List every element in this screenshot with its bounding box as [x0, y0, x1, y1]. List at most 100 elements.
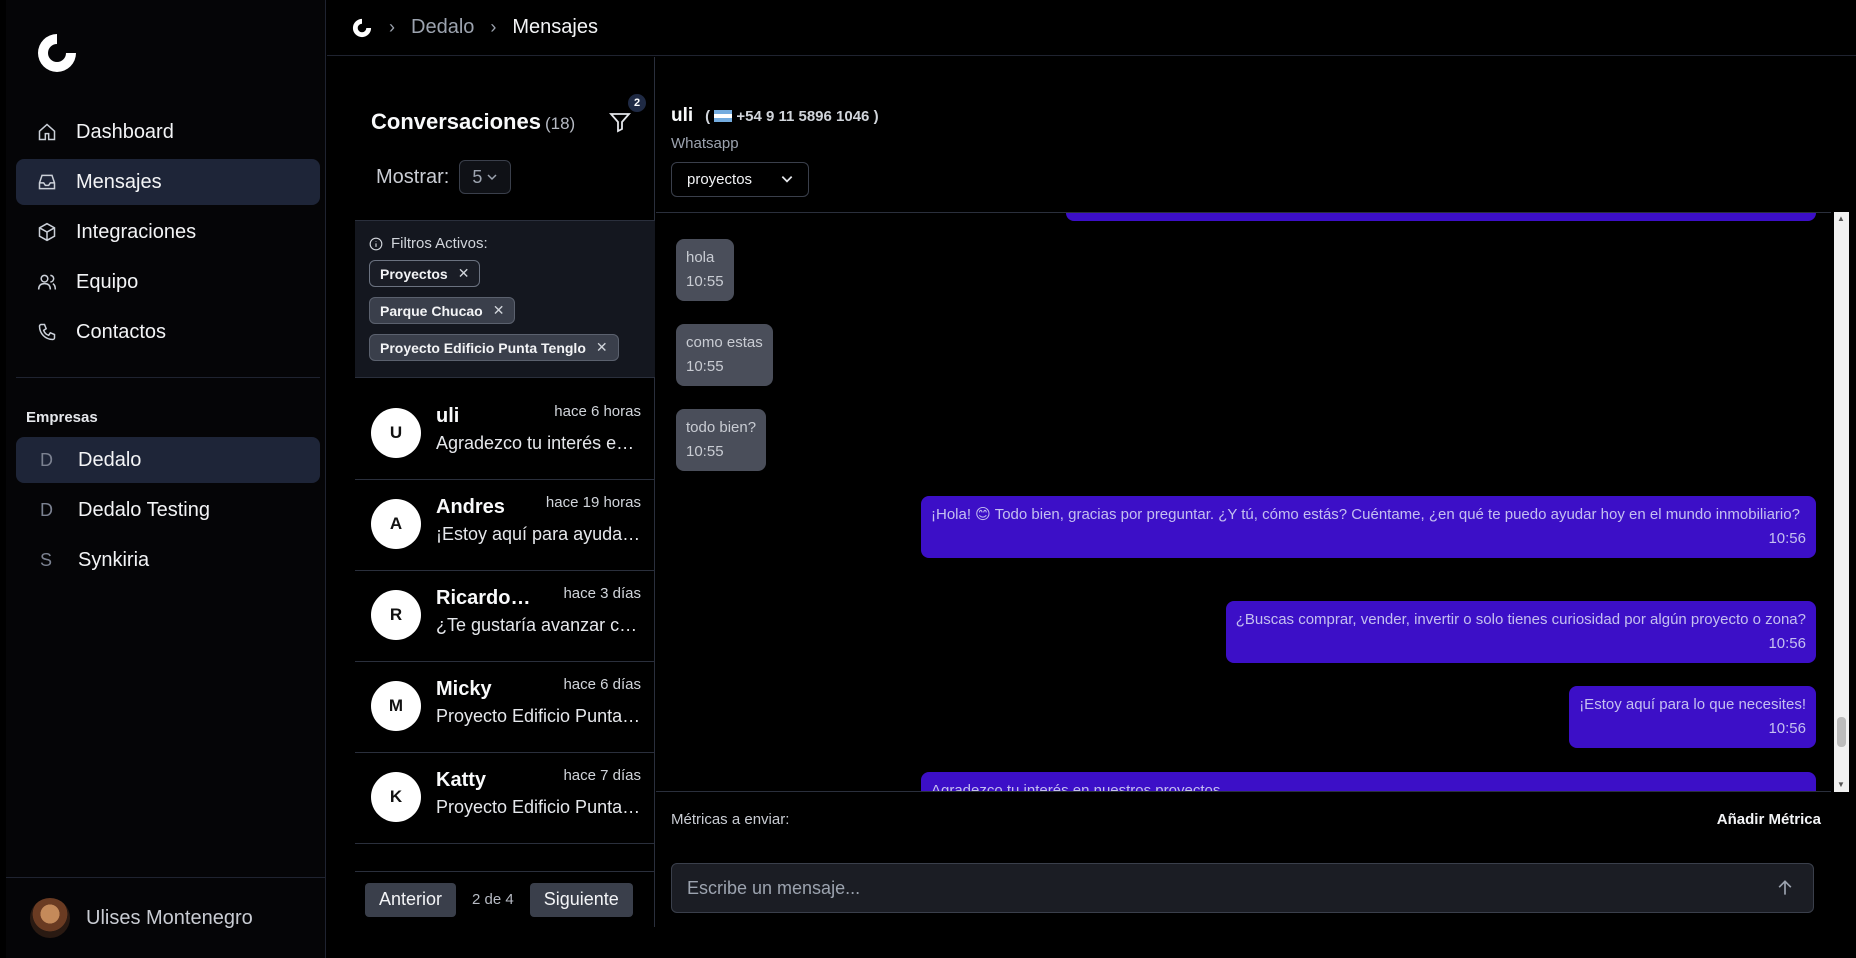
pagination: Anterior 2 de 4 Siguiente [355, 871, 655, 927]
message-time: 10:55 [686, 273, 724, 290]
message-time: 10:56 [1768, 635, 1806, 652]
conversation-preview: ¿Te gustaría avanzar con la cotización? [436, 615, 641, 635]
next-page-button[interactable]: Siguiente [529, 882, 633, 917]
user-profile[interactable]: Ulises Montenegro [6, 877, 326, 958]
conversations-panel: Conversaciones (18) 2 Mostrar: 5 Filtros … [355, 57, 655, 927]
conversation-time: hace 6 días [563, 676, 641, 693]
message-text: todo bien? [686, 419, 757, 436]
chat-contact: uli ( +54 9 11 5896 1046 ) [671, 105, 879, 127]
home-logo-icon[interactable] [351, 17, 373, 39]
filter-icon[interactable] [608, 110, 632, 134]
send-button[interactable] [1765, 868, 1805, 908]
close-icon[interactable]: ✕ [596, 339, 608, 356]
avatar [30, 898, 70, 938]
avatar: R [371, 590, 421, 640]
page-size-select[interactable]: 5 [459, 160, 512, 194]
conversation-item[interactable]: U uli hace 6 horas Agradezco tu interés … [355, 389, 655, 480]
scroll-down-icon[interactable]: ▼ [1837, 780, 1845, 789]
conversation-time: hace 19 horas [545, 494, 641, 511]
chevron-down-icon [487, 174, 497, 181]
nav-item-dashboard[interactable]: Dashboard [16, 109, 320, 155]
conversation-preview: Agradezco tu interés en nuestros proyect… [436, 433, 641, 453]
main-nav: Dashboard Mensajes Integraciones Equipo [16, 109, 320, 359]
conversation-time: hace 6 horas [554, 403, 641, 420]
message-time: 10:56 [1768, 530, 1806, 547]
sidebar: Dashboard Mensajes Integraciones Equipo [6, 0, 326, 958]
message-input[interactable] [687, 877, 1765, 899]
conversation-name: Ricardo Fuentes [436, 587, 531, 609]
avatar: A [371, 499, 421, 549]
conversations-title: Conversaciones (18) [371, 109, 575, 135]
message-scrollbar[interactable]: ▲ ▼ [1834, 212, 1849, 792]
scroll-up-icon[interactable]: ▲ [1837, 214, 1845, 223]
conversations-title-text: Conversaciones [371, 109, 541, 134]
message-bubble-outgoing: ¡Hola! 😊 Todo bien, gracias por pregunta… [921, 496, 1816, 558]
scrollbar-thumb[interactable] [1837, 717, 1846, 747]
conversation-item[interactable]: R Ricardo Fuentes hace 3 días ¿Te gustar… [355, 571, 655, 662]
company-initial: D [40, 499, 53, 520]
close-icon[interactable]: ✕ [493, 302, 505, 319]
nav-item-label: Integraciones [76, 220, 197, 243]
nav-item-contactos[interactable]: Contactos [16, 309, 320, 355]
breadcrumb-item-mensajes: Mensajes [512, 16, 598, 38]
app-root: Dashboard Mensajes Integraciones Equipo [0, 0, 1856, 958]
message-bubble-outgoing: Agradezco tu interés en nuestros proyect… [921, 772, 1816, 792]
app-logo[interactable] [34, 30, 80, 76]
avatar: K [371, 772, 421, 822]
active-filters-label: Filtros Activos: [391, 235, 488, 252]
message-text: ¡Hola! 😊 Todo bien, gracias por pregunta… [931, 506, 1800, 523]
companies-heading: Empresas [26, 409, 98, 426]
conversation-name: Andres [436, 496, 505, 518]
conversation-name: uli [436, 405, 460, 427]
message-text: ¡Estoy aquí para lo que necesites! [1579, 696, 1806, 713]
info-icon [369, 237, 383, 250]
home-icon [36, 121, 58, 143]
users-icon [36, 271, 58, 293]
message-time: 10:56 [1768, 720, 1806, 737]
conversation-preview: Proyecto Edificio Punta Tenglo [436, 706, 641, 726]
conversation-item[interactable]: M Micky hace 6 días Proyecto Edificio Pu… [355, 662, 655, 753]
message-bubble-outgoing: ¡Estoy aquí para lo que necesites! 10:56 [1569, 686, 1816, 748]
previous-page-button[interactable]: Anterior [365, 882, 457, 917]
close-icon[interactable]: ✕ [458, 265, 470, 282]
project-tag-select[interactable]: proyectos [671, 162, 809, 197]
message-time: 10:55 [686, 358, 724, 375]
company-initial: D [40, 449, 53, 470]
company-label: Synkiria [78, 548, 150, 571]
chevron-right-icon: › [389, 17, 395, 37]
nav-item-integraciones[interactable]: Integraciones [16, 209, 320, 255]
message-bubble-incoming: como estas 10:55 [676, 324, 773, 386]
sidebar-divider [16, 377, 320, 378]
chat-phone-number: +54 9 11 5896 1046 [736, 107, 870, 125]
nav-item-mensajes[interactable]: Mensajes [16, 159, 320, 205]
company-item-dedalo-testing[interactable]: D Dedalo Testing [16, 487, 320, 533]
active-filters: Filtros Activos: Proyectos ✕ Parque Chuca… [355, 220, 655, 378]
avatar: U [371, 408, 421, 458]
add-metric-button[interactable]: Añadir Métrica [1717, 811, 1821, 828]
breadcrumb-item-dedalo[interactable]: Dedalo [411, 16, 474, 39]
message-text: como estas [686, 334, 763, 351]
chat-contact-name: uli [671, 105, 694, 126]
conversation-item[interactable]: K Katty hace 7 días Proyecto Edificio Pu… [355, 753, 655, 844]
message-text: ¿Buscas comprar, vender, invertir o solo… [1235, 611, 1806, 628]
filter-chip-label: Proyecto Edificio Punta Tenglo [380, 339, 586, 356]
company-label: Dedalo Testing [78, 498, 210, 521]
phone-icon [36, 321, 58, 343]
nav-item-label: Equipo [76, 270, 139, 293]
page-indicator: 2 de 4 [472, 891, 514, 908]
company-item-dedalo[interactable]: D Dedalo [16, 437, 320, 483]
metrics-row: Métricas a enviar: Añadir Métrica [671, 811, 1821, 828]
nav-item-label: Contactos [76, 320, 167, 343]
user-name: Ulises Montenegro [86, 906, 253, 929]
conversations-count: (18) [544, 114, 576, 133]
company-item-synkiria[interactable]: S Synkiria [16, 537, 320, 583]
page-size-value: 5 [472, 166, 483, 187]
conversation-item[interactable]: A Andres hace 19 horas ¡Estoy aquí para … [355, 480, 655, 571]
message-bubble-outgoing: ¿Buscas comprar, vender, invertir o solo… [1225, 601, 1816, 663]
avatar: M [371, 681, 421, 731]
nav-item-label: Dashboard [76, 120, 174, 143]
message-text: Agradezco tu interés en nuestros proyect… [931, 782, 1221, 792]
breadcrumb: › Dedalo › Mensajes [327, 0, 1856, 56]
nav-item-equipo[interactable]: Equipo [16, 259, 320, 305]
inbox-icon [36, 171, 58, 193]
